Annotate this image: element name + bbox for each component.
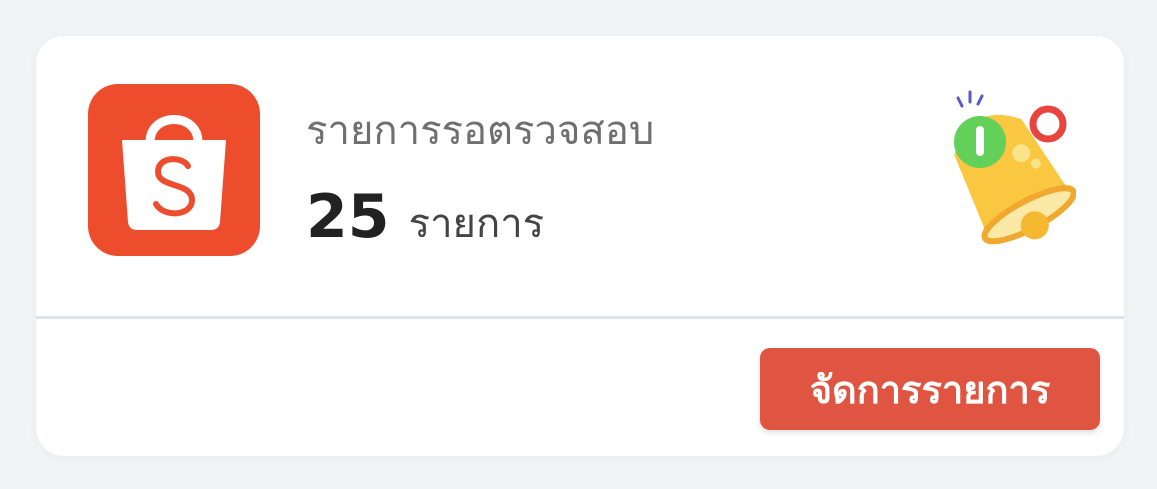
count-row: 25 รายการ [306, 182, 544, 255]
pending-count: 25 [306, 182, 390, 252]
count-unit: รายการ [408, 201, 545, 247]
bell-icon [916, 60, 1077, 260]
manage-items-button[interactable]: จัดการรายการ [760, 348, 1100, 430]
shopee-bag-icon [88, 84, 260, 256]
card-title: รายการรอตรวจสอบ [306, 108, 655, 154]
pending-review-card: รายการรอตรวจสอบ 25 รายการ จัดการรายการ [36, 36, 1124, 456]
divider [36, 316, 1124, 319]
